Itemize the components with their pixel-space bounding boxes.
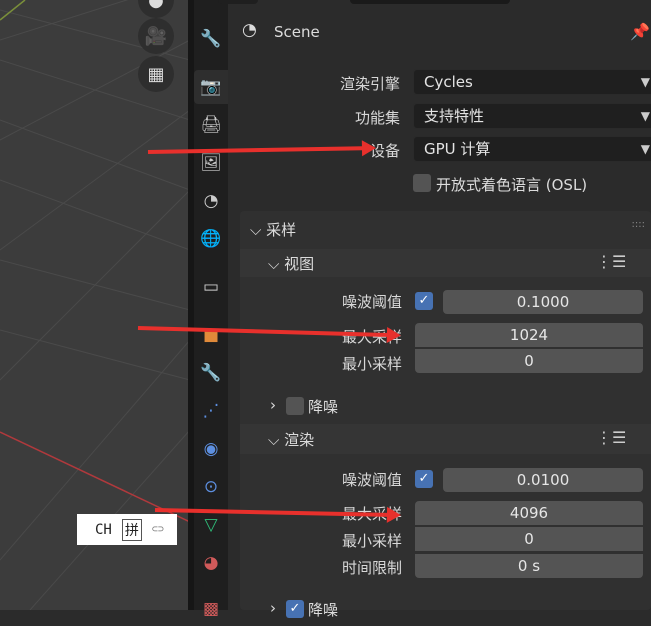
presets-list-icon[interactable]: ⋮☰ [596, 252, 626, 271]
chevron-down-icon: ▼ [640, 75, 650, 89]
ime-mode: 拼 [121, 518, 142, 541]
feature-set-label: 功能集 [354, 109, 400, 127]
viewport-title: 视图 [284, 255, 315, 273]
render-engine-dropdown[interactable]: Cycles ▼ [413, 69, 651, 95]
editor-type-button[interactable] [218, 0, 258, 4]
scene-tab-icon[interactable]: ◔ [194, 184, 228, 218]
engine-label: 渲染引擎 [339, 75, 400, 93]
sampling-title: 采样 [266, 221, 297, 239]
search-input[interactable] [350, 0, 510, 4]
material-tab-icon[interactable]: ◕ [194, 546, 228, 580]
viewport-min-label: 最小采样 [341, 355, 402, 373]
properties-tabs: 🔧 📷 🖨 🖼 ◔ 🌐 ▭ ■ 🔧 ⋰ ◉ ⊙ ▽ ◕ ▩ [194, 0, 228, 619]
feature-set-value: 支持特性 [424, 107, 485, 125]
render-tab-icon[interactable]: 📷 [194, 70, 228, 104]
output-tab-icon[interactable]: 🖨 [194, 108, 228, 142]
scene-icon: ◔ [242, 20, 257, 40]
physics-tab-icon[interactable]: ◉ [194, 432, 228, 466]
viewport-subpanel-header[interactable]: ⌵ 视图 ⋮☰ [240, 249, 651, 277]
device-dropdown[interactable]: GPU 计算 ▼ [413, 136, 651, 162]
feature-set-dropdown[interactable]: 支持特性 ▼ [413, 103, 651, 129]
input-method-indicator[interactable]: CH 拼 ⊂⊃ [77, 514, 177, 545]
viewport-denoise-label: 降噪 [308, 398, 339, 416]
drag-handle-icon[interactable]: :::: [632, 219, 645, 230]
object-tab-icon[interactable]: ■ [194, 318, 228, 352]
viewport-max-field[interactable]: 1024 [415, 323, 643, 347]
context-title: Scene [274, 23, 320, 41]
render-denoise-expand-icon[interactable]: › [270, 599, 276, 617]
render-subpanel-header[interactable]: ⌵ 渲染 ⋮☰ [240, 424, 651, 454]
sampling-panel: ⌵ 采样 :::: ⌵ 视图 ⋮☰ 噪波阈值 ✓ 0.1000 最大采样 102… [240, 211, 651, 619]
render-noise-field[interactable]: 0.0100 [443, 468, 643, 492]
presets-list-icon[interactable]: ⋮☰ [596, 428, 626, 447]
camera-view-icon[interactable]: 🎥 [138, 18, 174, 54]
viewport-denoise-expand-icon[interactable]: › [270, 396, 276, 414]
ime-toggle-icon[interactable]: ⊂⊃ [152, 524, 164, 535]
render-denoise-checkbox[interactable]: ✓ [286, 600, 304, 618]
constraints-tab-icon[interactable]: ⊙ [194, 470, 228, 504]
viewport-denoise-checkbox[interactable] [286, 397, 304, 415]
chevron-down-icon: ▼ [640, 109, 650, 123]
time-limit-label: 时间限制 [341, 559, 402, 577]
ime-language: CH [95, 521, 112, 538]
osl-label: 开放式着色语言 (OSL) [436, 176, 588, 194]
render-noise-label: 噪波阈值 [341, 471, 402, 489]
render-title: 渲染 [284, 431, 315, 449]
perspective-grid-icon[interactable]: ▦ [138, 56, 174, 92]
texture-tab-icon[interactable]: ▩ [194, 592, 228, 626]
particles-tab-icon[interactable]: ⋰ [194, 394, 228, 428]
collection-tab-icon[interactable]: ▭ [194, 270, 228, 304]
render-min-label: 最小采样 [341, 532, 402, 550]
viewport-noise-checkbox[interactable]: ✓ [415, 292, 433, 310]
render-noise-checkbox[interactable]: ✓ [415, 470, 433, 488]
tool-tab-icon[interactable]: 🔧 [194, 22, 228, 56]
viewport-noise-label: 噪波阈值 [341, 293, 402, 311]
chevron-down-icon: ▼ [640, 142, 650, 156]
modifier-tab-icon[interactable]: 🔧 [194, 356, 228, 390]
properties-editor: ◔ Scene 📌 渲染引擎 Cycles ▼ 功能集 支持特性 ▼ 设备 GPU … [218, 0, 651, 619]
sampling-header[interactable]: ⌵ 采样 [250, 219, 296, 240]
viewport-noise-field[interactable]: 0.1000 [443, 290, 643, 314]
time-limit-field[interactable]: 0 s [415, 554, 643, 578]
device-value: GPU 计算 [424, 140, 491, 158]
viewport-min-field[interactable]: 0 [415, 349, 643, 373]
render-min-field[interactable]: 0 [415, 527, 643, 551]
osl-checkbox[interactable] [413, 174, 431, 192]
render-max-field[interactable]: 4096 [415, 501, 643, 525]
pin-icon[interactable]: 📌 [630, 22, 650, 41]
render-engine-value: Cycles [424, 73, 473, 91]
world-tab-icon[interactable]: 🌐 [194, 222, 228, 256]
